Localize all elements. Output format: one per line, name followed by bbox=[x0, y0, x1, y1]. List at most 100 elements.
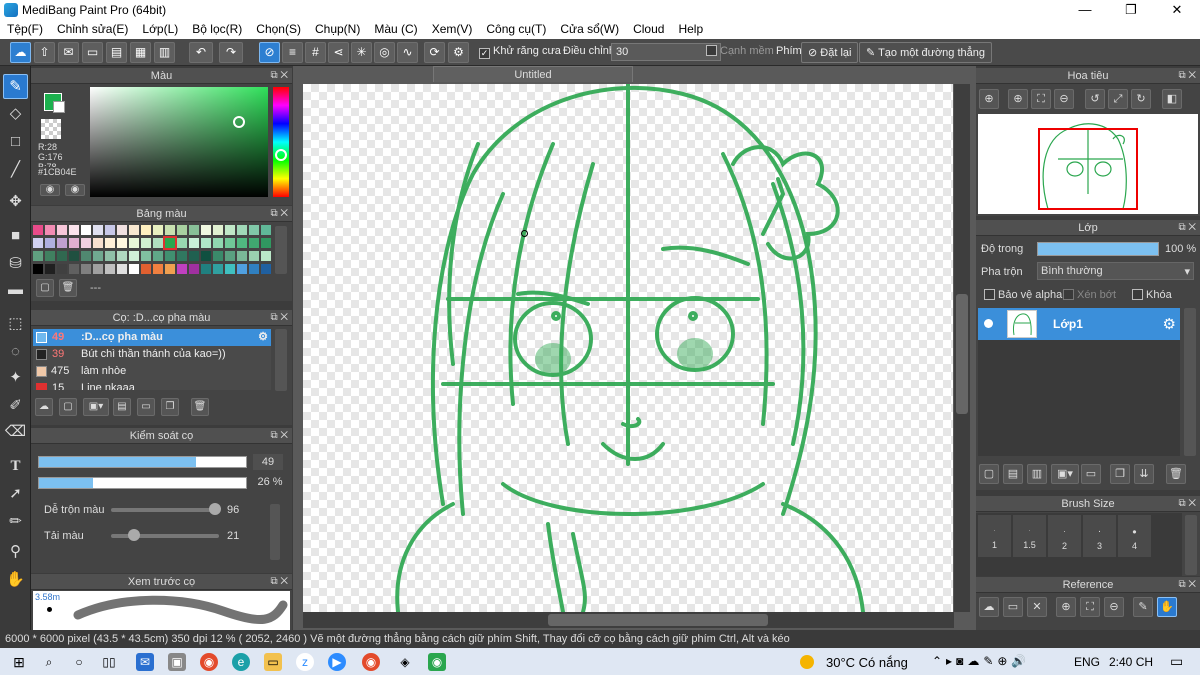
delete-brush-icon[interactable]: 🗑 bbox=[191, 398, 209, 416]
concentric-snap-icon[interactable]: ◎ bbox=[374, 42, 395, 63]
palette-swatch[interactable] bbox=[105, 264, 115, 274]
palette-swatch[interactable] bbox=[165, 251, 175, 261]
fit-view-icon[interactable]: ⤢ bbox=[1108, 89, 1128, 109]
vpn-icon[interactable]: ◈ bbox=[396, 653, 414, 671]
palette-swatch[interactable] bbox=[57, 251, 67, 261]
palette-swatch[interactable] bbox=[153, 251, 163, 261]
parallel-snap-icon[interactable]: ≡ bbox=[282, 42, 303, 63]
hue-slider-handle[interactable] bbox=[275, 149, 287, 161]
panel-close-icon[interactable]: ⧉ ✕ bbox=[1178, 577, 1196, 593]
palette-swatch[interactable] bbox=[69, 264, 79, 274]
minimize-button[interactable]: — bbox=[1062, 0, 1108, 20]
settings-gear-icon[interactable]: ⚙ bbox=[448, 42, 469, 63]
panel-close-icon[interactable]: ⧉ ✕ bbox=[270, 68, 288, 84]
clock[interactable]: 2:40 CH bbox=[1109, 655, 1153, 669]
brush-size-cell[interactable]: · 2 bbox=[1048, 515, 1081, 557]
palette-swatch[interactable] bbox=[177, 225, 187, 235]
panels-icon[interactable]: ▥ bbox=[154, 42, 175, 63]
palette-swatch[interactable] bbox=[177, 238, 187, 248]
palette-swatch[interactable] bbox=[93, 264, 103, 274]
palette-swatch[interactable] bbox=[117, 251, 127, 261]
palette-swatch[interactable] bbox=[249, 238, 259, 248]
brush-size-cell[interactable]: · 1 bbox=[978, 515, 1011, 557]
zoom-in-icon[interactable]: ⊕ bbox=[1008, 89, 1028, 109]
fit-icon[interactable]: ⛶ bbox=[1031, 89, 1051, 109]
language-indicator[interactable]: ENG bbox=[1074, 655, 1100, 669]
palette-swatch[interactable] bbox=[201, 264, 211, 274]
new-palette-icon[interactable]: ▢ bbox=[36, 279, 54, 297]
panel-close-icon[interactable]: ⧉ ✕ bbox=[1178, 496, 1196, 512]
cloud-icon[interactable]: ☁ bbox=[10, 42, 31, 63]
navigator-thumbnail[interactable] bbox=[978, 114, 1198, 214]
palette-swatch[interactable] bbox=[153, 225, 163, 235]
palette-swatch[interactable] bbox=[261, 225, 271, 235]
perspective-snap-icon[interactable]: ⋖ bbox=[328, 42, 349, 63]
palette-swatch[interactable] bbox=[81, 238, 91, 248]
brush-folder-icon[interactable]: ▭ bbox=[137, 398, 155, 416]
palette-swatch[interactable] bbox=[201, 238, 211, 248]
line-tool-icon[interactable]: ╱ bbox=[3, 158, 28, 183]
palette-swatch[interactable] bbox=[213, 251, 223, 261]
palette-swatch[interactable] bbox=[33, 251, 43, 261]
color-history-button[interactable]: ◉ bbox=[65, 184, 85, 196]
palette-swatch[interactable] bbox=[45, 251, 55, 261]
palette-swatch[interactable] bbox=[165, 225, 175, 235]
store-icon[interactable]: ▣ bbox=[168, 653, 186, 671]
eyedropper-tool-icon[interactable]: ⚲ bbox=[3, 540, 28, 565]
palette-swatch[interactable] bbox=[33, 238, 43, 248]
rotate-left-icon[interactable]: ↺ bbox=[1085, 89, 1105, 109]
cortana-icon[interactable]: ○ bbox=[70, 653, 88, 671]
palette-swatch[interactable] bbox=[57, 264, 67, 274]
antialias-checkbox[interactable]: ✓ Khử răng cưa bbox=[479, 45, 561, 59]
operation-tool-icon[interactable]: ➚ bbox=[3, 482, 28, 507]
color-picker-cursor[interactable] bbox=[233, 116, 245, 128]
weather-text[interactable]: 30°C Có nắng bbox=[826, 655, 908, 670]
rotate-icon[interactable]: ⟳ bbox=[424, 42, 445, 63]
smooth-edge-checkbox[interactable]: Cạnh mềm bbox=[706, 45, 774, 57]
add-layer-menu-icon[interactable]: ▣▾ bbox=[1051, 464, 1079, 484]
add-brush-icon[interactable]: ▣▾ bbox=[83, 398, 109, 416]
brush-opacity-bar[interactable] bbox=[38, 477, 247, 489]
layer-row[interactable]: Lớp1 ⚙ bbox=[978, 308, 1180, 340]
palette-swatch[interactable] bbox=[69, 238, 79, 248]
palette-swatch[interactable] bbox=[237, 225, 247, 235]
brush-tool-icon[interactable]: ✎ bbox=[3, 74, 28, 99]
radial-snap-icon[interactable]: ✳ bbox=[351, 42, 372, 63]
menu-snap[interactable]: Chụp(N) bbox=[308, 20, 367, 39]
reference-zoom-out-icon[interactable]: ⊖ bbox=[1104, 597, 1124, 617]
layer-list-scrollbar[interactable] bbox=[1184, 308, 1196, 456]
palette-swatch[interactable] bbox=[237, 238, 247, 248]
color-mode-button[interactable]: ◉ bbox=[40, 184, 60, 196]
panel-icon[interactable]: ▤ bbox=[106, 42, 127, 63]
layer-blend-select[interactable]: Bình thường ▾ bbox=[1037, 262, 1194, 280]
move-tool-icon[interactable]: ✥ bbox=[3, 190, 28, 215]
new-layer-8bit-icon[interactable]: ▤ bbox=[1003, 464, 1023, 484]
brush-item[interactable]: 475 làm nhòe bbox=[33, 363, 271, 380]
dot-tool-icon[interactable]: □ bbox=[3, 130, 28, 155]
palette-swatch[interactable] bbox=[225, 264, 235, 274]
new-layer-icon[interactable]: ▢ bbox=[979, 464, 999, 484]
brush-settings-gear-icon[interactable]: ⚙ bbox=[258, 329, 268, 346]
palette-swatch[interactable] bbox=[129, 251, 139, 261]
chrome-2-icon[interactable]: ◉ bbox=[362, 653, 380, 671]
visibility-icon[interactable] bbox=[984, 319, 993, 328]
clip-checkbox[interactable]: Xén bớt bbox=[1063, 289, 1116, 301]
palette-swatch[interactable] bbox=[189, 225, 199, 235]
palette-swatch[interactable] bbox=[249, 264, 259, 274]
select-eraser-tool-icon[interactable]: ⌫ bbox=[3, 420, 28, 445]
palette-swatch[interactable] bbox=[45, 264, 55, 274]
palette-swatch[interactable] bbox=[57, 238, 67, 248]
delete-palette-icon[interactable]: 🗑 bbox=[59, 279, 77, 297]
palette-swatch[interactable] bbox=[141, 251, 151, 261]
menu-filter[interactable]: Bộ lọc(R) bbox=[185, 20, 249, 39]
palette-swatch[interactable] bbox=[163, 236, 177, 250]
gradient-tool-icon[interactable]: ▬ bbox=[3, 278, 28, 303]
brush-size-cell[interactable]: · 3 bbox=[1083, 515, 1116, 557]
text-tool-icon[interactable]: T bbox=[3, 454, 28, 479]
menu-select[interactable]: Chọn(S) bbox=[249, 20, 308, 39]
reload-slider-handle[interactable] bbox=[127, 529, 140, 541]
blend-slider[interactable] bbox=[111, 508, 219, 512]
reference-zoom-in-icon[interactable]: ⊕ bbox=[1056, 597, 1076, 617]
palette-swatch[interactable] bbox=[189, 264, 199, 274]
canvas-horizontal-scrollbar[interactable] bbox=[303, 612, 954, 628]
